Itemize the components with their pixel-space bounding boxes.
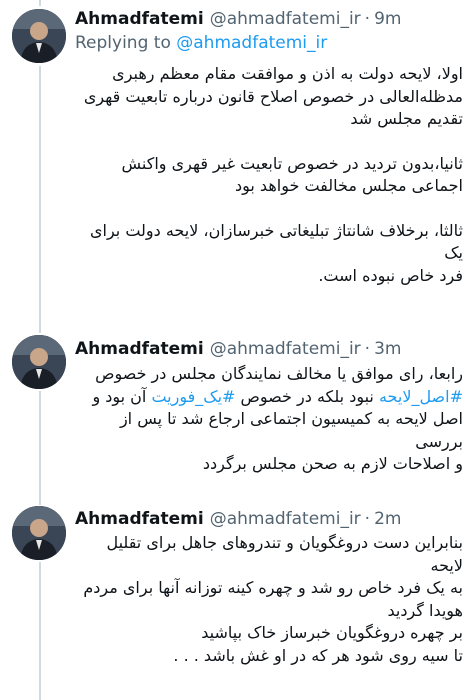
- tweet-header: Ahmadfatemi @ahmadfatemi_ir · 9m: [75, 6, 465, 32]
- paragraph: رابعا، رای موافق یا مخالف نمایندگان مجلس…: [75, 363, 463, 476]
- author-name[interactable]: Ahmadfatemi: [75, 9, 204, 29]
- separator-dot: ·: [364, 509, 371, 529]
- timestamp[interactable]: 9m: [374, 9, 401, 29]
- replying-handle-link[interactable]: @ahmadfatemi_ir: [176, 33, 327, 53]
- paragraph: ثانیا،بدون تردید در خصوص تابعیت غیر قهری…: [75, 153, 463, 198]
- author-handle[interactable]: @ahmadfatemi_ir: [210, 9, 361, 29]
- text-line: تقدیم مجلس شد: [350, 109, 463, 128]
- separator-dot: ·: [364, 9, 371, 29]
- avatar[interactable]: [12, 506, 66, 560]
- text-segment: نبود بلکه در خصوص: [235, 386, 379, 406]
- tweet-header: Ahmadfatemi @ahmadfatemi_ir · 2m: [75, 506, 465, 532]
- tweet[interactable]: Ahmadfatemi @ahmadfatemi_ir · 2m بنابرای…: [0, 500, 475, 700]
- timestamp[interactable]: 2m: [374, 509, 401, 529]
- user-avatar-icon: [12, 9, 66, 63]
- text-segment: آن بود و: [92, 386, 152, 406]
- tweet-text: رابعا، رای موافق یا مخالف نمایندگان مجلس…: [75, 363, 463, 476]
- avatar[interactable]: [12, 9, 66, 63]
- text-line: تا سیه روی شود هر که در او غش باشد . . .: [173, 645, 463, 665]
- text-line: اصل لایحه به کمیسیون اجتماعی ارجاع شد تا…: [119, 409, 463, 451]
- paragraph: ثالثا، برخلاف شانتاژ تبلیغاتی خبرسازان، …: [75, 220, 463, 288]
- paragraph: بنابراین دست دروغگویان و تندروهای جاهل ب…: [75, 532, 463, 667]
- user-avatar-icon: [12, 335, 66, 389]
- tweet-text: بنابراین دست دروغگویان و تندروهای جاهل ب…: [75, 532, 463, 667]
- author-handle[interactable]: @ahmadfatemi_ir: [210, 339, 361, 359]
- replying-label: Replying to: [75, 33, 171, 53]
- paragraph: اولا، لایحه دولت به اذن و موافقت مقام مع…: [75, 63, 463, 131]
- text-line: ثالثا، برخلاف شانتاژ تبلیغاتی خبرسازان، …: [89, 220, 463, 263]
- author-name[interactable]: Ahmadfatemi: [75, 339, 204, 359]
- text-line: رابعا، رای موافق یا مخالف نمایندگان مجلس…: [95, 364, 463, 383]
- text-line: و اصلاحات لازم به صحن مجلس برگردد: [202, 454, 463, 473]
- hashtag-link[interactable]: #اصل_لایحه: [379, 387, 463, 406]
- tweet-text: اولا، لایحه دولت به اذن و موافقت مقام مع…: [75, 63, 463, 287]
- text-line: فرد خاص نبوده است.: [318, 265, 463, 285]
- tweet-header: Ahmadfatemi @ahmadfatemi_ir · 3m: [75, 336, 465, 362]
- text-line: به یک فرد خاص رو شد و چهره کینه توزانه آ…: [83, 578, 463, 597]
- user-avatar-icon: [12, 506, 66, 560]
- hashtag-link[interactable]: #یک_فوریت: [151, 387, 235, 406]
- timestamp[interactable]: 3m: [374, 339, 401, 359]
- text-line: مدظله‌العالی در خصوص اصلاح قانون درباره …: [83, 86, 463, 106]
- text-line: هویدا گردید: [387, 600, 463, 620]
- text-line: بر چهره دروغگویان خبرساز خاک بپاشید: [201, 623, 463, 642]
- author-handle[interactable]: @ahmadfatemi_ir: [210, 509, 361, 529]
- tweet[interactable]: Ahmadfatemi @ahmadfatemi_ir · 9m Replyin…: [0, 0, 475, 330]
- separator-dot: ·: [364, 339, 371, 359]
- text-line: اجماعی مجلس مخالفت خواهد بود: [234, 176, 463, 195]
- text-line: ثانیا،بدون تردید در خصوص تابعیت غیر قهری…: [121, 153, 463, 173]
- replying-to: Replying to @ahmadfatemi_ir: [75, 33, 327, 53]
- text-line: بنابراین دست دروغگویان و تندروهای جاهل ب…: [106, 533, 463, 575]
- text-line: اولا، لایحه دولت به اذن و موافقت مقام مع…: [112, 64, 463, 83]
- tweet[interactable]: Ahmadfatemi @ahmadfatemi_ir · 3m رابعا، …: [0, 330, 475, 500]
- author-name[interactable]: Ahmadfatemi: [75, 509, 204, 529]
- avatar[interactable]: [12, 335, 66, 389]
